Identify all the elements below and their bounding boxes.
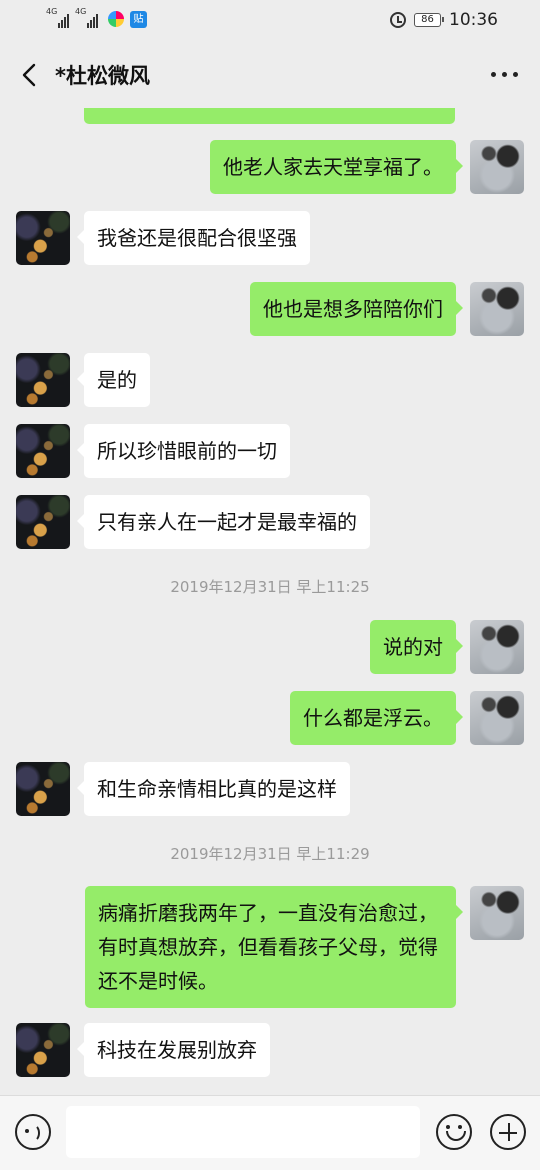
my-avatar[interactable] — [470, 886, 524, 940]
contact-avatar[interactable] — [16, 495, 70, 549]
my-avatar[interactable] — [470, 282, 524, 336]
message-bubble[interactable]: 他也是想多陪陪你们 — [250, 282, 463, 336]
voice-input-icon[interactable] — [15, 1114, 51, 1150]
message-bubble[interactable]: 什么都是浮云。 — [290, 691, 463, 745]
contact-avatar[interactable] — [16, 211, 70, 265]
chat-title: *杜松微风 — [55, 64, 150, 88]
message-list[interactable]: 他老人家去天堂享福了。 我爸还是很配合很坚强 他也是想多陪陪你们 是的 所以珍惜… — [0, 108, 540, 1095]
message-bubble-partial — [84, 108, 455, 124]
status-left: 4G 4G 贴 — [46, 7, 147, 28]
contact-avatar[interactable] — [16, 353, 70, 407]
signal-type-label: 4G — [75, 7, 87, 16]
signal-icon: 4G — [46, 7, 69, 28]
signal-type-label: 4G — [46, 7, 58, 16]
back-arrow-icon[interactable] — [18, 62, 44, 88]
message-bubble[interactable]: 病痛折磨我两年了，一直没有治愈过，有时真想放弃，但看看孩子父母，觉得还不是时候。 — [85, 886, 463, 1008]
message-input[interactable] — [66, 1106, 420, 1158]
my-avatar[interactable] — [470, 620, 524, 674]
my-avatar[interactable] — [470, 140, 524, 194]
app-notification-icon — [108, 11, 124, 27]
message-timestamp: 2019年12月31日 早上11:29 — [170, 845, 370, 863]
input-bar — [0, 1095, 540, 1170]
contact-avatar[interactable] — [16, 424, 70, 478]
message-bubble[interactable]: 科技在发展别放弃 — [77, 1023, 270, 1077]
signal-icon: 4G — [75, 7, 98, 28]
more-actions-plus-icon[interactable] — [490, 1114, 526, 1150]
tieba-notification-icon: 贴 — [130, 10, 147, 28]
more-options-icon[interactable] — [491, 72, 518, 77]
battery-icon: 86 — [414, 13, 444, 27]
emoji-icon[interactable] — [436, 1114, 472, 1150]
message-bubble[interactable]: 是的 — [77, 353, 150, 407]
message-bubble[interactable]: 所以珍惜眼前的一切 — [77, 424, 290, 478]
message-bubble[interactable]: 我爸还是很配合很坚强 — [77, 211, 310, 265]
message-bubble[interactable]: 说的对 — [370, 620, 463, 674]
contact-avatar[interactable] — [16, 762, 70, 816]
message-bubble[interactable]: 他老人家去天堂享福了。 — [210, 140, 463, 194]
my-avatar[interactable] — [470, 691, 524, 745]
contact-avatar[interactable] — [16, 1023, 70, 1077]
message-timestamp: 2019年12月31日 早上11:25 — [170, 578, 370, 596]
message-bubble[interactable]: 和生命亲情相比真的是这样 — [77, 762, 350, 816]
clock: 10:36 — [449, 10, 498, 30]
alarm-icon — [390, 12, 406, 28]
message-bubble[interactable]: 只有亲人在一起才是最幸福的 — [77, 495, 370, 549]
status-bar: 4G 4G 贴 86 10:36 — [0, 0, 540, 42]
chat-header: *杜松微风 — [0, 42, 540, 108]
status-right: 86 10:36 — [390, 10, 498, 30]
